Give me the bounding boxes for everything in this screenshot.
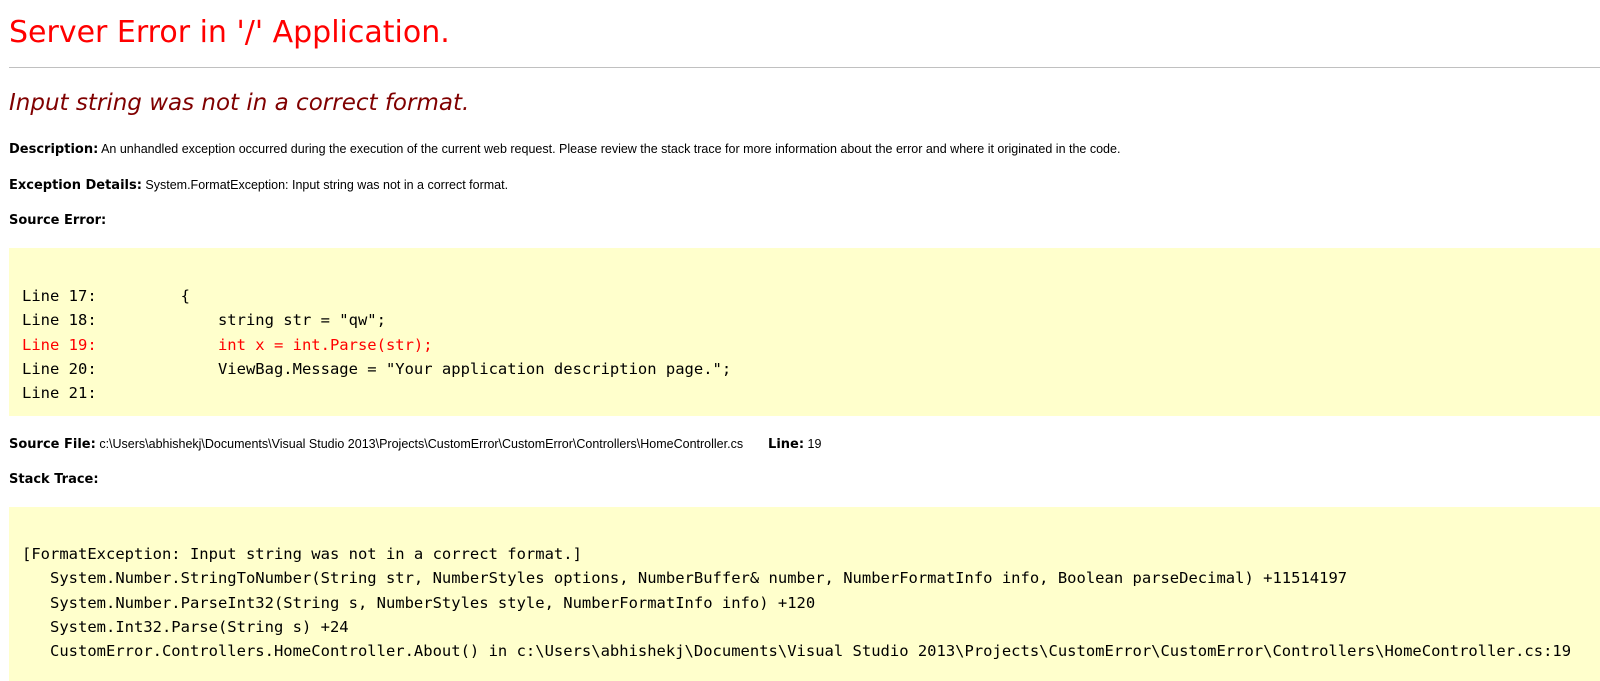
stack-trace-line: CustomError.Controllers.HomeController.A… [22, 642, 1572, 661]
source-file-path: c:\Users\abhishekj\Documents\Visual Stud… [99, 437, 744, 451]
source-line-number: 19 [807, 437, 822, 451]
stack-trace-line: System.Number.StringToNumber(String str,… [22, 569, 1348, 588]
stack-trace-line: System.Int32.Parse(String s) +24 [22, 617, 349, 636]
source-error-row: Source Error: [9, 213, 106, 228]
description-label: Description: [9, 142, 99, 157]
error-page: Server Error in '/' Application. Input s… [0, 0, 1600, 681]
exception-details-text: System.FormatException: Input string was… [145, 178, 509, 192]
source-code-line: Line 20: ViewBag.Message = "Your applica… [22, 359, 732, 378]
stack-trace-code-block: [FormatException: Input string was not i… [9, 507, 1600, 681]
description-row: Description: An unhandled exception occu… [9, 142, 1120, 157]
source-code-line: Line 21: [22, 384, 97, 403]
stack-trace-row: Stack Trace: [9, 472, 99, 487]
source-file-label: Source File: [9, 437, 96, 452]
source-error-label: Source Error: [9, 213, 107, 228]
source-file-row: Source File: c:\Users\abhishekj\Document… [9, 437, 821, 452]
stack-trace-line: [FormatException: Input string was not i… [22, 545, 582, 563]
exception-details-label: Exception Details: [9, 178, 142, 193]
title-divider [9, 67, 1600, 68]
error-message-heading: Input string was not in a correct format… [9, 90, 470, 116]
source-code-line-highlighted: Line 19: int x = int.Parse(str); [22, 335, 433, 354]
source-code-line: Line 17: { [22, 287, 190, 305]
exception-details-row: Exception Details: System.FormatExceptio… [9, 178, 508, 193]
description-text: An unhandled exception occurred during t… [101, 142, 1121, 156]
stack-trace-label: Stack Trace: [9, 472, 99, 487]
page-title: Server Error in '/' Application. [9, 15, 450, 50]
stack-trace-line: System.Number.ParseInt32(String s, Numbe… [22, 593, 816, 612]
source-error-code-block: Line 17: { Line 18: string str = "qw"; Lin… [9, 248, 1600, 416]
source-code-line: Line 18: string str = "qw"; [22, 311, 386, 330]
source-line-label: Line: [768, 437, 805, 452]
